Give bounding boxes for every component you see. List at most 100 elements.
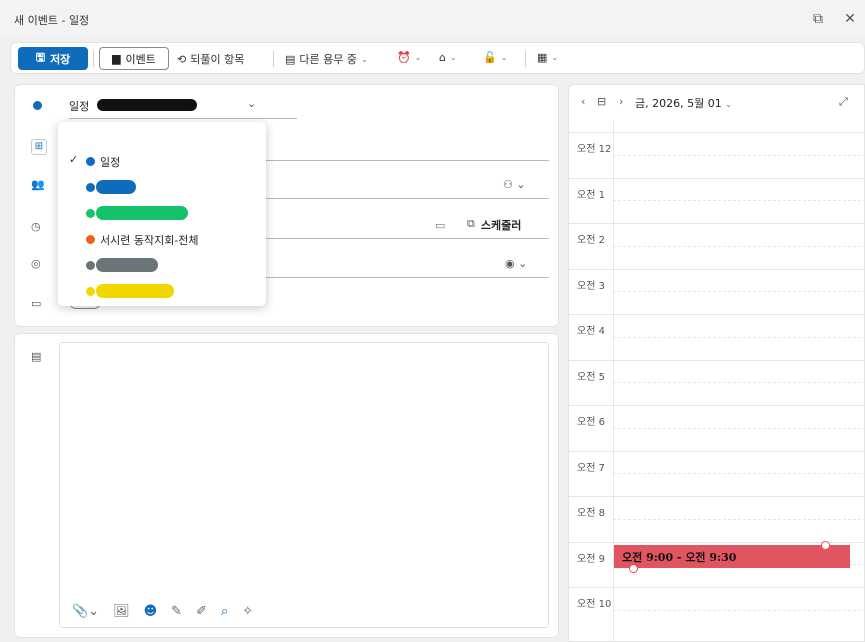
checkmark-icon: ✓ (69, 153, 79, 166)
room-icon[interactable]: ▭ (435, 219, 445, 232)
divider (93, 51, 94, 67)
hour-line (569, 268, 865, 270)
calendar-color-dot (33, 101, 42, 110)
repeat-icon: ⟲ (177, 52, 187, 66)
privacy-button[interactable]: 🔓 ⌄ (483, 51, 507, 64)
calendar-option[interactable]: 서시련 동작지회-전체 (58, 226, 266, 252)
search-icon[interactable]: ⌕ (221, 604, 228, 619)
toolbar: 🖫 저장 ▆ 이벤트 ⟲ 되풀이 항목 ▤ 다른 용무 중 ⌄ ⏰ ⌄ ⌂ ⌄ 🔓 ⌄… (10, 42, 865, 74)
calendar-option[interactable] (58, 174, 266, 200)
attendee-options-icon[interactable]: ⚇ ⌄ (503, 178, 526, 191)
attach-icon[interactable]: 📎⌄ (72, 604, 99, 619)
scheduler-icon: ⧉ (467, 217, 475, 230)
calendar-option[interactable] (58, 252, 266, 278)
calendar-option-label: 일정 (100, 156, 121, 169)
redacted-text (97, 99, 197, 111)
hour-line (569, 223, 865, 224)
hour-label: 오전 7 (577, 462, 605, 474)
event-time-label: 오전 9:00 - 오전 9:30 (622, 551, 737, 564)
clock-icon: ◷ (31, 220, 41, 233)
half-hour-line (613, 154, 865, 156)
half-hour-line (613, 200, 865, 202)
calendar-option[interactable] (58, 278, 266, 304)
half-hour-line (613, 609, 865, 611)
accessibility-icon[interactable]: ✧ (242, 604, 253, 619)
calendar-color-dot (86, 157, 95, 166)
location-options-icon[interactable]: ◉ ⌄ (505, 257, 527, 270)
format-icon[interactable]: ✎ (171, 604, 182, 619)
redacted-label (96, 206, 188, 220)
show-as-label: 다른 용무 중 (299, 53, 357, 66)
prev-day-button[interactable]: ‹ (581, 95, 585, 108)
hour-line (569, 132, 865, 133)
chevron-down-icon: ⌄ (500, 53, 508, 62)
save-icon: 🖫 (35, 51, 46, 64)
calendar-color-dot (86, 261, 95, 270)
resize-handle-bottom[interactable] (629, 564, 638, 573)
chevron-down-icon: ⌄ (725, 100, 732, 109)
image-icon[interactable]: 🖼 (113, 604, 130, 619)
grid-icon: ▦ (537, 51, 548, 64)
calendar-icon: ▆ (112, 52, 121, 65)
hour-label: 오전 8 (577, 508, 605, 519)
hour-label: 오전 4 (577, 326, 605, 337)
close-icon[interactable]: ✕ (840, 9, 860, 29)
scheduler-label: 스케줄러 (480, 219, 522, 232)
calendar-select-label: 일정 (69, 100, 90, 113)
save-button[interactable]: 🖫 저장 (18, 47, 88, 70)
chevron-down-icon: ⌄ (361, 54, 368, 64)
date-picker[interactable]: 금, 2026, 5월 01 ⌄ (635, 95, 732, 111)
notes-icon: ▤ (31, 350, 42, 363)
chevron-down-icon: ⌄ (449, 53, 457, 62)
draw-icon[interactable]: ✐ (196, 604, 207, 619)
hour-label: 오전 3 (577, 280, 605, 292)
video-icon: ▭ (31, 297, 42, 310)
emoji-icon[interactable]: ☻ (144, 604, 158, 619)
chevron-down-icon: ⌄ (551, 53, 559, 62)
recurrence-button[interactable]: ⟲ 되풀이 항목 (177, 51, 244, 67)
calendar-option[interactable] (58, 200, 266, 226)
half-hour-line (613, 518, 865, 520)
description-editor[interactable] (59, 342, 549, 628)
divider (273, 51, 274, 67)
title-icon: ⊞ (31, 139, 47, 155)
day-calendar: ‹ ⊟ › 금, 2026, 5월 01 ⌄ ⤢ 오전 12 오전 1 오전 2 오전… (568, 84, 865, 642)
scheduler-button[interactable]: ⧉ 스케줄러 (467, 217, 521, 233)
calendar-color-dot (86, 209, 95, 218)
expand-icon[interactable]: ⤢ (839, 95, 848, 109)
apps-button[interactable]: ▦ ⌄ (537, 51, 558, 64)
reminder-button[interactable]: ⏰ ⌄ (397, 51, 421, 64)
calendar-select[interactable]: 일정 ⌄ (69, 95, 269, 117)
hour-label: 오전 9 (577, 553, 605, 565)
hour-line (569, 177, 865, 179)
calendar-color-dot (86, 287, 95, 296)
hour-line (569, 405, 865, 406)
show-as-button[interactable]: ▤ 다른 용무 중 ⌄ (285, 51, 368, 67)
hour-label: 오전 1 (577, 189, 605, 201)
underline (69, 118, 297, 119)
half-hour-line (613, 427, 865, 429)
new-event-block[interactable]: 오전 9:00 - 오전 9:30 (614, 545, 850, 568)
recurrence-label: 되풀이 항목 (190, 53, 245, 66)
today-icon[interactable]: ⊟ (597, 95, 606, 108)
calendar-color-dot (86, 183, 95, 192)
calendar-header: ‹ ⊟ › 금, 2026, 5월 01 ⌄ ⤢ (569, 85, 865, 121)
divider (525, 51, 526, 67)
half-hour-line (613, 336, 865, 338)
event-button[interactable]: ▆ 이벤트 (99, 47, 169, 70)
calendar-option[interactable]: ✓ 일정 (58, 148, 266, 174)
resize-handle-top[interactable] (821, 541, 830, 550)
alarm-icon: ⏰ (397, 51, 411, 64)
event-label: 이벤트 (125, 52, 156, 66)
categorize-button[interactable]: ⌂ ⌄ (439, 51, 457, 64)
chevron-down-icon: ⌄ (414, 53, 422, 62)
hour-label: 오전 12 (577, 144, 612, 155)
calendar-color-dot (86, 235, 95, 244)
redacted-label (96, 180, 136, 194)
formatting-toolbar: 📎⌄ 🖼 ☻ ✎ ✐ ⌕ ✧ (72, 602, 253, 620)
next-day-button[interactable]: › (619, 95, 623, 108)
hour-line (569, 314, 865, 315)
popout-icon[interactable]: ⧉ (808, 9, 828, 29)
redacted-label (96, 258, 158, 272)
half-hour-line (613, 473, 865, 475)
